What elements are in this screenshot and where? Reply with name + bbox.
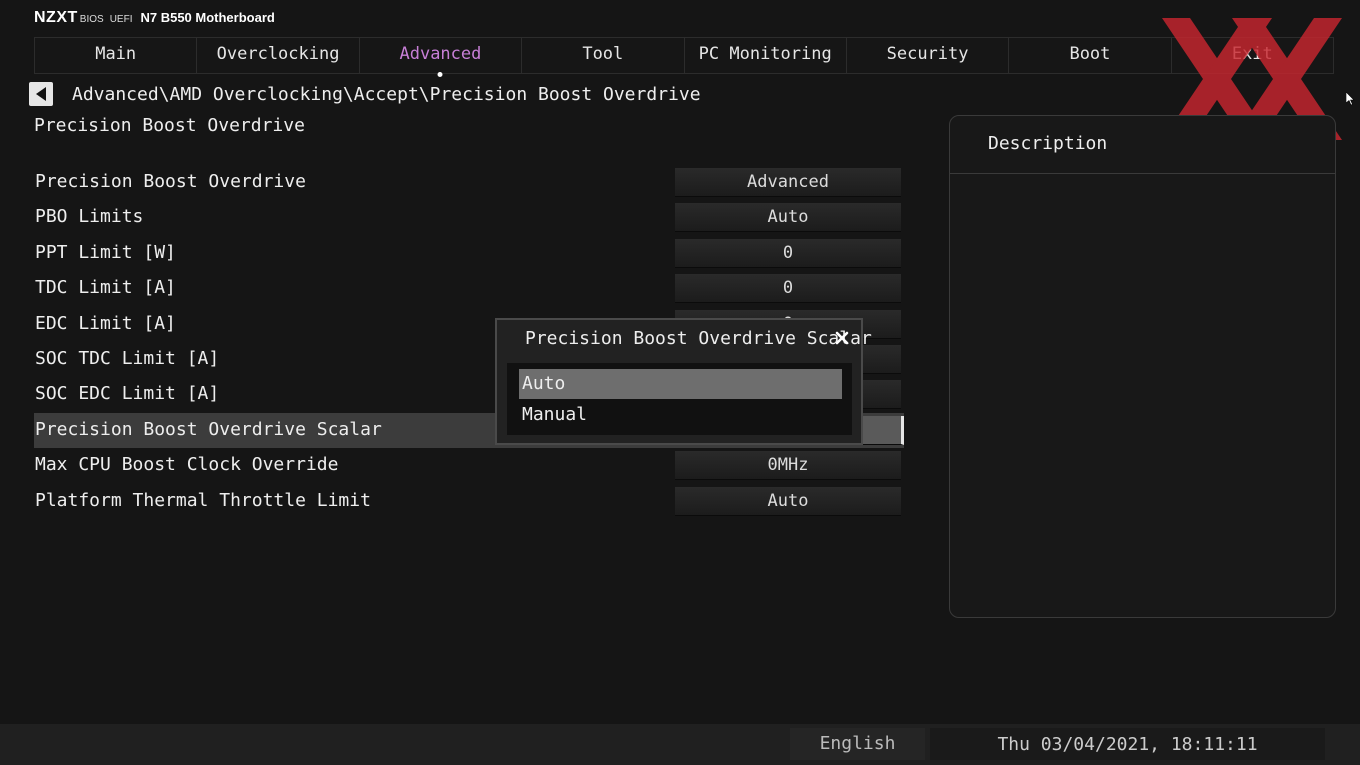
- option-auto[interactable]: Auto: [519, 369, 842, 399]
- back-arrow-icon: [36, 87, 46, 101]
- setting-value[interactable]: Auto: [675, 203, 901, 233]
- close-icon: [835, 331, 849, 345]
- setting-value[interactable]: 0: [675, 238, 901, 268]
- setting-label: Max CPU Boost Clock Override: [35, 454, 339, 476]
- tab-overclocking[interactable]: Overclocking: [197, 38, 360, 73]
- back-button[interactable]: [29, 82, 53, 106]
- board-name: N7 B550 Motherboard: [140, 10, 275, 25]
- nzxt-logo: NZXT: [34, 9, 78, 26]
- description-panel: Description: [949, 115, 1336, 618]
- language-selector[interactable]: English: [790, 728, 925, 760]
- tab-advanced[interactable]: Advanced: [360, 38, 523, 73]
- main-tabs: Main Overclocking Advanced Tool PC Monit…: [34, 37, 1334, 74]
- option-manual[interactable]: Manual: [519, 400, 842, 430]
- datetime-display: Thu 03/04/2021, 18:11:11: [930, 728, 1325, 760]
- setting-value[interactable]: 0: [675, 274, 901, 304]
- description-title: Description: [988, 133, 1108, 154]
- setting-label: EDC Limit [A]: [35, 312, 176, 334]
- setting-label: PPT Limit [W]: [35, 241, 176, 263]
- tab-boot[interactable]: Boot: [1009, 38, 1172, 73]
- setting-row-tdc-limit[interactable]: TDC Limit [A] 0: [34, 271, 904, 306]
- setting-value[interactable]: Advanced: [675, 168, 901, 197]
- popup-title: Precision Boost Overdrive Scalar: [525, 328, 872, 349]
- setting-label: Precision Boost Overdrive Scalar: [35, 418, 382, 440]
- tab-main[interactable]: Main: [35, 38, 198, 73]
- setting-label: PBO Limits: [35, 206, 144, 228]
- setting-row-platform-thermal-throttle[interactable]: Platform Thermal Throttle Limit Auto: [34, 484, 904, 519]
- tab-pc-monitoring[interactable]: PC Monitoring: [685, 38, 847, 73]
- tab-security[interactable]: Security: [847, 38, 1010, 73]
- breadcrumb: Advanced\AMD Overclocking\Accept\Precisi…: [72, 84, 701, 105]
- option-popup: Precision Boost Overdrive Scalar Auto Ma…: [495, 318, 872, 445]
- setting-row-precision-boost-overdrive[interactable]: Precision Boost Overdrive Advanced: [34, 165, 904, 200]
- setting-value[interactable]: 0MHz: [675, 451, 901, 481]
- brand-header: NZXT BIOS UEFI N7 B550 Motherboard: [34, 9, 275, 27]
- setting-row-pbo-limits[interactable]: PBO Limits Auto: [34, 200, 904, 235]
- setting-label: Precision Boost Overdrive: [35, 171, 306, 192]
- setting-row-ppt-limit[interactable]: PPT Limit [W] 0: [34, 236, 904, 271]
- setting-label: TDC Limit [A]: [35, 277, 176, 299]
- setting-row-max-cpu-boost-clock[interactable]: Max CPU Boost Clock Override 0MHz: [34, 448, 904, 483]
- mouse-cursor-icon: [1346, 92, 1355, 106]
- popup-option-list: Auto Manual: [507, 363, 852, 435]
- setting-label: SOC EDC Limit [A]: [35, 383, 220, 405]
- setting-value[interactable]: Auto: [675, 486, 901, 516]
- bios-label: BIOS: [79, 14, 104, 25]
- setting-label: Platform Thermal Throttle Limit: [35, 489, 371, 511]
- page-title: Precision Boost Overdrive: [34, 115, 305, 136]
- tab-tool[interactable]: Tool: [522, 38, 685, 73]
- setting-label: SOC TDC Limit [A]: [35, 347, 220, 369]
- close-button[interactable]: [831, 327, 853, 349]
- uefi-label: UEFI: [109, 14, 133, 25]
